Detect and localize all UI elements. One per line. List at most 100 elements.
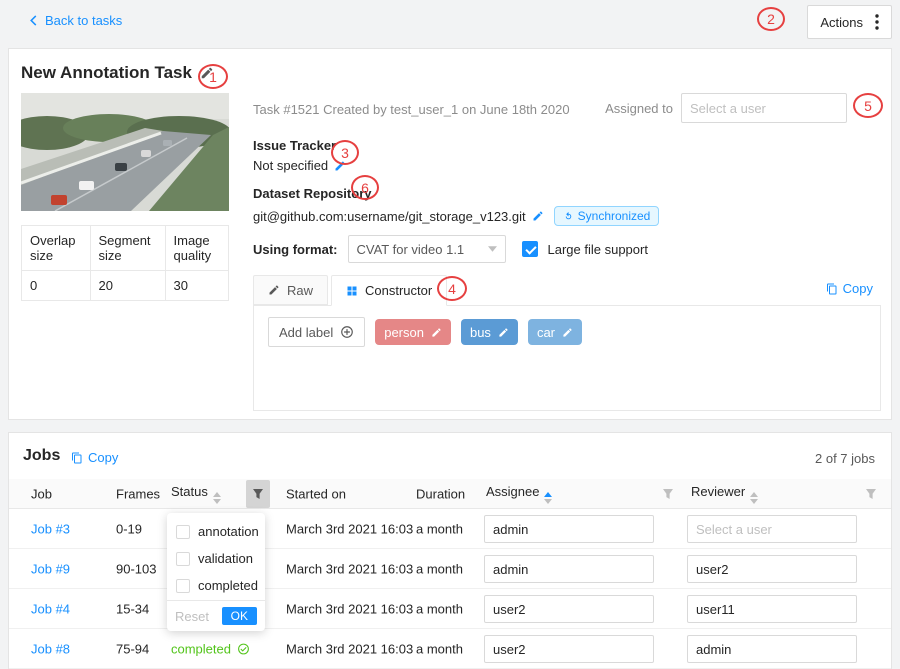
status-filter-button[interactable] [246,480,270,508]
assigned-to-input[interactable] [681,93,847,123]
assignee-input[interactable] [484,635,654,663]
job-row: Job #8 75-94 completed March 3rd 2021 16… [9,629,891,669]
job-link[interactable]: Job #9 [31,561,70,576]
pencil-icon [268,284,280,296]
label-constructor-panel: Add label person bus car [253,305,881,411]
param-value: 20 [90,271,165,301]
job-link[interactable]: Job #4 [31,601,70,616]
labels-row: Add label person bus car [268,317,582,347]
assignee-input[interactable] [484,555,654,583]
task-card: New Annotation Task Overlap size [8,48,892,420]
job-duration: a month [416,641,463,656]
filter-ok-button[interactable]: OK [222,607,257,625]
reviewer-filter-icon[interactable] [865,488,877,500]
tab-constructor-label: Constructor [365,283,432,298]
blocks-icon [346,285,358,297]
job-started: March 3rd 2021 16:03 [286,601,413,616]
reviewer-input[interactable] [687,635,857,663]
job-duration: a month [416,561,463,576]
filter-footer: Reset OK [167,600,265,631]
callout-4: 4 [437,276,467,301]
dataset-repository-value: git@github.com:username/git_storage_v123… [253,209,526,224]
task-meta: Task #1521 Created by test_user_1 on Jun… [253,102,570,117]
callout-5: 5 [853,93,883,118]
reviewer-input[interactable] [687,555,857,583]
task-title-row: New Annotation Task [21,63,214,83]
actions-label: Actions [820,15,863,30]
column-header-reviewer[interactable]: Reviewer [691,484,758,504]
jobs-title: Jobs [23,447,60,465]
status-filter-dropdown: annotation validation completed Reset OK [167,513,265,631]
column-header-job[interactable]: Job [31,486,52,501]
column-header-frames[interactable]: Frames [116,486,160,501]
labels-copy-label: Copy [843,281,873,296]
param-value: 0 [22,271,91,301]
edit-repository-icon[interactable] [532,210,544,222]
dataset-repository-label: Dataset Repository [253,186,659,201]
filter-reset-button[interactable]: Reset [175,609,209,624]
label-chip-bus[interactable]: bus [461,319,518,345]
edit-label-icon[interactable] [431,327,442,338]
add-label-button[interactable]: Add label [268,317,365,347]
edit-label-icon[interactable] [498,327,509,338]
tab-raw-label: Raw [287,283,313,298]
job-frames: 15-34 [116,601,149,616]
filter-option-annotation[interactable]: annotation [167,518,265,545]
job-frames: 0-19 [116,521,142,536]
completed-checkbox[interactable] [176,579,190,593]
callout-6: 6 [351,175,379,200]
task-preview-image [21,93,229,211]
job-frames: 75-94 [116,641,149,656]
back-to-tasks-label: Back to tasks [45,13,122,28]
tab-constructor[interactable]: Constructor [331,275,447,306]
job-link[interactable]: Job #8 [31,641,70,656]
reviewer-input[interactable] [687,595,857,623]
job-frames: 90-103 [116,561,156,576]
job-link[interactable]: Job #3 [31,521,70,536]
annotation-checkbox[interactable] [176,525,190,539]
column-header-status[interactable]: Status [171,484,221,504]
column-header-started[interactable]: Started on [286,486,346,501]
validation-checkbox[interactable] [176,552,190,566]
status-sorter-icon[interactable] [213,492,221,504]
dataset-repository-block: Dataset Repository git@github.com:userna… [253,186,659,226]
assignee-input[interactable] [484,515,654,543]
large-file-support-checkbox[interactable] [522,241,538,257]
copy-icon [71,452,83,464]
task-params-table: Overlap size Segment size Image quality … [21,225,229,301]
callout-1: 1 [198,64,228,89]
label-chip-car[interactable]: car [528,319,582,345]
jobs-copy-button[interactable]: Copy [71,450,118,465]
jobs-count: 2 of 7 jobs [815,451,875,466]
job-started: March 3rd 2021 16:03 [286,561,413,576]
assignee-input[interactable] [484,595,654,623]
assigned-to-row: Assigned to [605,93,847,123]
filter-option-label: annotation [198,524,259,539]
edit-label-icon[interactable] [562,327,573,338]
filter-option-completed[interactable]: completed [167,572,265,599]
tab-raw[interactable]: Raw [253,275,328,305]
copy-icon [826,283,838,295]
filter-option-validation[interactable]: validation [167,545,265,572]
back-to-tasks-link[interactable]: Back to tasks [28,13,122,28]
check-circle-icon [237,642,250,655]
assignee-filter-icon[interactable] [662,488,674,500]
reviewer-input[interactable] [687,515,857,543]
label-chip-name: person [384,325,424,340]
labels-copy-button[interactable]: Copy [826,281,873,296]
reviewer-sorter-icon[interactable] [750,492,758,504]
job-started: March 3rd 2021 16:03 [286,641,413,656]
chevron-left-icon [28,15,39,26]
actions-button[interactable]: Actions [807,5,892,39]
filter-option-label: completed [198,578,258,593]
format-select[interactable]: CVAT for video 1.1 [348,235,506,263]
assignee-sorter-icon[interactable] [544,492,552,504]
column-header-assignee[interactable]: Assignee [486,484,552,504]
column-header-duration[interactable]: Duration [416,486,465,501]
label-chip-person[interactable]: person [375,319,451,345]
large-file-support-label: Large file support [548,242,648,257]
chevron-down-icon [488,246,497,252]
sync-badge-label: Synchronized [578,209,651,223]
sync-icon [563,211,574,222]
filter-option-label: validation [198,551,253,566]
